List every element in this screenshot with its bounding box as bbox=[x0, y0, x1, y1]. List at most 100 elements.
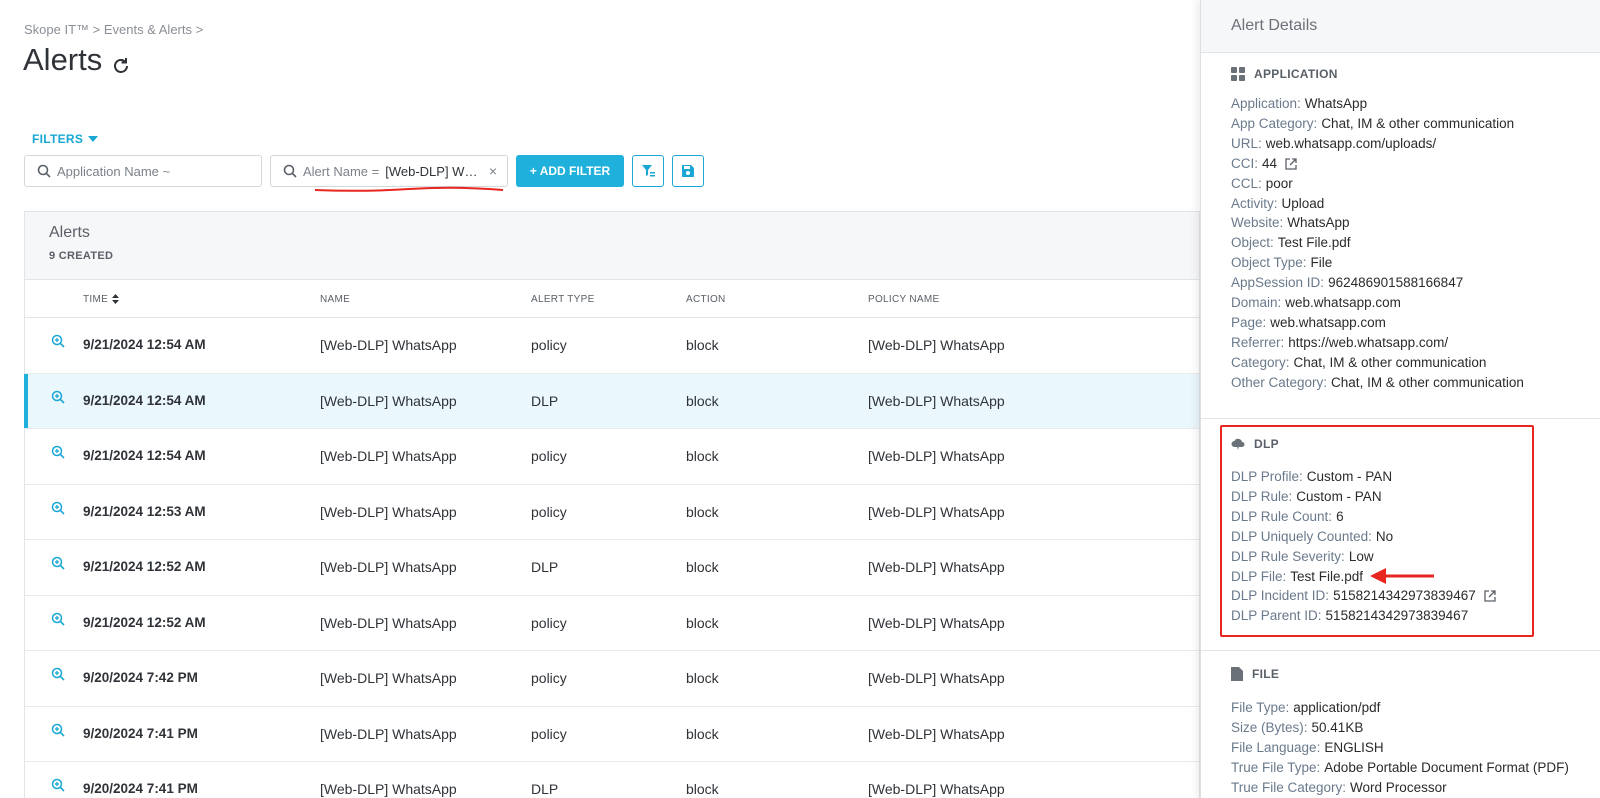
cell-alert-type: policy bbox=[531, 614, 567, 631]
detail-field-value: WhatsApp bbox=[1304, 96, 1368, 111]
funnel-icon bbox=[642, 165, 655, 177]
zoom-in-icon[interactable] bbox=[51, 445, 65, 462]
grid-icon bbox=[1231, 67, 1245, 81]
detail-field-label: Application: bbox=[1231, 96, 1301, 111]
alert-name-filter[interactable]: Alert Name = [Web-DLP] WhatsApp × bbox=[270, 155, 508, 192]
detail-field-label: Page: bbox=[1231, 314, 1267, 330]
cell-alert-type: policy bbox=[531, 670, 567, 686]
detail-field-label: True File Category: bbox=[1231, 779, 1347, 795]
cell-alert-type: DLP bbox=[531, 559, 559, 575]
table-row[interactable]: 9/21/2024 12:52 AM [Web-DLP] WhatsApp poli… bbox=[25, 596, 1199, 651]
detail-field-label: File Type: bbox=[1231, 700, 1290, 715]
cell-name: [Web-DLP] WhatsApp bbox=[320, 670, 457, 686]
zoom-in-icon[interactable] bbox=[51, 723, 65, 740]
cell-action: block bbox=[686, 614, 719, 631]
table-row[interactable]: 9/21/2024 12:54 AM [Web-DLP] WhatsApp poli… bbox=[25, 429, 1199, 485]
filter-list-button[interactable] bbox=[632, 155, 664, 187]
cell-action: block bbox=[686, 725, 719, 742]
alerts-table-body: 9/21/2024 12:54 AM [Web-DLP] WhatsApp poli… bbox=[24, 318, 1199, 798]
zoom-in-icon[interactable] bbox=[51, 501, 65, 518]
cell-name: [Web-DLP] WhatsApp bbox=[320, 337, 457, 353]
add-filter-button[interactable]: + ADD FILTER bbox=[516, 155, 624, 187]
zoom-in-icon[interactable] bbox=[51, 778, 65, 795]
cell-action: block bbox=[686, 559, 719, 575]
zoom-in-icon[interactable] bbox=[51, 390, 65, 407]
table-row[interactable]: 9/20/2024 7:41 PM [Web-DLP] WhatsApp polic… bbox=[25, 707, 1199, 762]
cell-policy-name: [Web-DLP] WhatsApp bbox=[868, 614, 1005, 631]
detail-field-label: Referrer: bbox=[1231, 334, 1285, 350]
detail-field: URL: web.whatsapp.com/uploads/ bbox=[1231, 136, 1436, 151]
table-row[interactable]: 9/21/2024 12:54 AM [Web-DLP] WhatsApp poli… bbox=[25, 318, 1199, 374]
table-row[interactable]: 9/21/2024 12:52 AM [Web-DLP] WhatsApp DLP b… bbox=[25, 540, 1199, 596]
application-filter-placeholder: Application Name ~ bbox=[57, 163, 171, 179]
alert-filter-value: [Web-DLP] WhatsApp bbox=[385, 163, 482, 179]
cell-name: [Web-DLP] WhatsApp bbox=[320, 614, 457, 631]
application-name-filter[interactable]: Application Name ~ bbox=[24, 155, 262, 187]
alert-filter-label: Alert Name = bbox=[303, 163, 380, 179]
cell-time: 9/21/2024 12:52 AM bbox=[83, 559, 206, 574]
detail-field-value: Chat, IM & other communication bbox=[1331, 374, 1524, 390]
application-section-title: APPLICATION bbox=[1231, 67, 1338, 81]
detail-field: True File Type: Adobe Portable Document F… bbox=[1231, 760, 1569, 775]
cell-name: [Web-DLP] WhatsApp bbox=[320, 559, 457, 575]
table-row[interactable]: 9/21/2024 12:53 AM [Web-DLP] WhatsApp poli… bbox=[25, 485, 1199, 540]
clear-filter-icon[interactable]: × bbox=[489, 163, 497, 179]
zoom-in-icon[interactable] bbox=[51, 334, 65, 351]
detail-field-value: WhatsApp bbox=[1287, 215, 1350, 231]
column-header-action[interactable]: ACTION bbox=[686, 294, 726, 305]
breadcrumb[interactable]: Skope IT™ > Events & Alerts > bbox=[24, 22, 203, 37]
detail-field-value: poor bbox=[1265, 175, 1293, 191]
detail-field-value: ENGLISH bbox=[1324, 739, 1384, 755]
caret-down-icon bbox=[88, 136, 99, 142]
detail-field: Other Category: Chat, IM & other communic… bbox=[1231, 375, 1524, 390]
detail-field-value: application/pdf bbox=[1293, 700, 1381, 715]
detail-field-value: File bbox=[1310, 255, 1333, 271]
detail-field-value: https://web.whatsapp.com/ bbox=[1288, 334, 1449, 350]
table-row[interactable]: 9/21/2024 12:54 AM [Web-DLP] WhatsApp DLP b… bbox=[24, 373, 1199, 429]
detail-field-label: Size (Bytes): bbox=[1231, 719, 1308, 735]
save-filter-button[interactable] bbox=[672, 155, 704, 187]
column-header-policy-name[interactable]: POLICY NAME bbox=[868, 294, 939, 305]
cell-alert-type: policy bbox=[531, 503, 567, 520]
cell-policy-name: [Web-DLP] WhatsApp bbox=[868, 781, 1005, 797]
cell-time: 9/21/2024 12:54 AM bbox=[83, 337, 206, 352]
detail-field: File Type: application/pdf bbox=[1231, 700, 1380, 715]
cell-time: 9/21/2024 12:54 AM bbox=[83, 392, 206, 408]
zoom-in-icon[interactable] bbox=[51, 612, 65, 629]
table-row[interactable]: 9/20/2024 7:41 PM [Web-DLP] WhatsApp DLP bl… bbox=[25, 762, 1199, 798]
detail-field-label: Other Category: bbox=[1231, 374, 1328, 390]
detail-field: Application: WhatsApp bbox=[1231, 96, 1367, 111]
cell-policy-name: [Web-DLP] WhatsApp bbox=[868, 392, 1005, 409]
file-icon bbox=[1231, 667, 1243, 681]
cell-action: block bbox=[686, 448, 719, 464]
refresh-icon[interactable] bbox=[110, 49, 132, 73]
detail-field-value: Chat, IM & other communication bbox=[1293, 354, 1487, 370]
column-header-time[interactable]: TIME bbox=[83, 294, 120, 305]
cell-name: [Web-DLP] WhatsApp bbox=[320, 781, 457, 797]
detail-field-value: 962486901588166847 bbox=[1328, 275, 1464, 291]
table-row[interactable]: 9/20/2024 7:42 PM [Web-DLP] WhatsApp polic… bbox=[25, 651, 1199, 707]
cell-time: 9/20/2024 7:41 PM bbox=[83, 781, 198, 796]
detail-field-label: True File Type: bbox=[1231, 759, 1321, 775]
column-header-alert-type[interactable]: ALERT TYPE bbox=[531, 294, 595, 305]
zoom-in-icon[interactable] bbox=[51, 556, 65, 573]
detail-field: AppSession ID: 962486901588166847 bbox=[1231, 275, 1463, 290]
detail-field-label: Website: bbox=[1231, 215, 1284, 231]
cell-action: block bbox=[686, 670, 719, 686]
cell-name: [Web-DLP] WhatsApp bbox=[320, 392, 457, 409]
alerts-panel-header: Alerts 9 CREATED bbox=[25, 212, 1199, 280]
external-link-icon[interactable] bbox=[1285, 158, 1297, 170]
detail-field-value: web.whatsapp.com bbox=[1285, 295, 1401, 310]
divider bbox=[1201, 418, 1600, 419]
filters-toggle[interactable]: FILTERS bbox=[32, 132, 99, 146]
alert-details-panel: Alert Details APPLICATION Application: Wh… bbox=[1200, 0, 1600, 798]
zoom-in-icon[interactable] bbox=[51, 667, 65, 684]
divider bbox=[1201, 650, 1600, 651]
column-header-name[interactable]: NAME bbox=[320, 294, 350, 305]
detail-field-label: Object Type: bbox=[1231, 255, 1307, 271]
cell-policy-name: [Web-DLP] WhatsApp bbox=[868, 337, 1005, 353]
cell-alert-type: policy bbox=[531, 337, 567, 353]
alerts-panel-title: Alerts bbox=[49, 224, 90, 241]
cell-policy-name: [Web-DLP] WhatsApp bbox=[868, 670, 1005, 686]
detail-field-value: web.whatsapp.com/uploads/ bbox=[1265, 135, 1437, 151]
